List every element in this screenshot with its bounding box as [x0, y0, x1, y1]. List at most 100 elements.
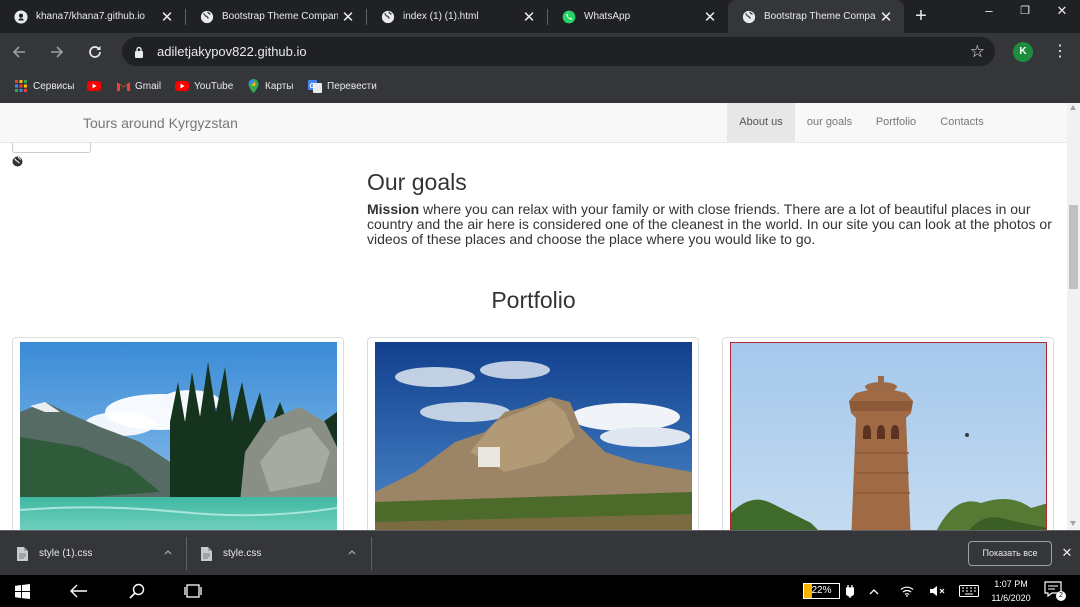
close-download-bar-icon[interactable]: ✕ — [1060, 544, 1074, 562]
mountain-lake-photo[interactable] — [20, 342, 337, 530]
download-separator — [186, 537, 187, 570]
download-bar: style (1).css style.css Показать все ✕ — [0, 530, 1080, 575]
clock-date: 11/6/2020 — [991, 593, 1031, 603]
whatsapp-icon — [562, 10, 576, 24]
keyboard-icon[interactable] — [957, 575, 981, 607]
nav-about-us[interactable]: About us — [727, 103, 795, 142]
show-all-downloads-button[interactable]: Показать все — [968, 541, 1052, 566]
chevron-up-icon[interactable] — [866, 575, 882, 607]
download-filename: style (1).css — [39, 548, 93, 559]
restore-button[interactable]: ❐ — [1007, 0, 1043, 24]
globe-icon — [381, 10, 395, 24]
goals-heading: Our goals — [367, 169, 467, 195]
close-icon[interactable]: ✕ — [700, 7, 720, 27]
goals-body: where you can relax with your family or … — [367, 201, 1052, 247]
download-filename: style.css — [223, 548, 262, 559]
back-button[interactable] — [6, 39, 32, 65]
page-scrollbar[interactable] — [1067, 103, 1080, 530]
file-icon — [16, 546, 28, 561]
portfolio-card[interactable] — [12, 337, 344, 530]
apps-grid-icon — [14, 79, 28, 93]
reload-button[interactable] — [82, 39, 108, 65]
tab-bootstrap-active[interactable]: Bootstrap Theme Company ✕ — [728, 0, 904, 33]
portfolio-card[interactable] — [367, 337, 699, 530]
maps-icon — [246, 79, 260, 93]
nav-contacts[interactable]: Contacts — [931, 103, 993, 142]
windows-start-icon[interactable] — [12, 575, 32, 607]
tab-github[interactable]: khana7/khana7.github.io ✕ — [0, 0, 185, 33]
portfolio-heading: Portfolio — [491, 287, 576, 313]
tab-title: Bootstrap Theme Company — [222, 11, 338, 22]
language-dropdown[interactable] — [12, 143, 91, 153]
battery-indicator[interactable]: 22% — [803, 583, 840, 599]
new-tab-button[interactable]: + — [911, 6, 931, 26]
download-item[interactable]: style.css — [200, 531, 368, 576]
bookmark-gmail[interactable]: Gmail — [116, 78, 161, 94]
notification-count-badge: 2 — [1056, 591, 1066, 601]
scrollbar-thumb[interactable] — [1069, 205, 1078, 289]
tab-title: index (1) (1).html — [403, 11, 479, 22]
youtube-icon — [175, 79, 189, 93]
bookmark-youtube-icon-only[interactable] — [87, 78, 106, 94]
globe-icon — [200, 10, 214, 24]
site-brand[interactable]: Tours around Kyrgyzstan — [83, 115, 238, 131]
scroll-up-icon[interactable] — [1070, 105, 1076, 110]
clock-time: 1:07 PM — [994, 579, 1028, 589]
tab-index-html[interactable]: index (1) (1).html ✕ — [367, 0, 547, 33]
goals-paragraph: Mission where you can relax with your fa… — [367, 202, 1057, 247]
forward-button[interactable] — [44, 39, 70, 65]
bookmark-maps[interactable]: Карты — [246, 78, 294, 94]
reload-icon — [89, 46, 101, 58]
github-icon — [14, 9, 28, 24]
bookmark-translate[interactable]: G Перевести — [308, 78, 377, 94]
window-close-button[interactable]: ✕ — [1044, 0, 1080, 24]
close-icon[interactable]: ✕ — [876, 7, 896, 27]
url-text: adiletjakypov822.github.io — [157, 44, 307, 59]
menu-kebab-icon[interactable]: ⋮ — [1052, 41, 1068, 63]
web-page: Tours around Kyrgyzstan About us our goa… — [0, 103, 1080, 530]
battery-percent: 22% — [811, 585, 832, 596]
bookmark-label: Сервисы — [33, 80, 75, 92]
bookmark-star-icon[interactable]: ☆ — [970, 42, 985, 62]
tab-title: Bootstrap Theme Company — [764, 11, 876, 22]
bookmark-label: Gmail — [135, 80, 162, 92]
close-icon[interactable]: ✕ — [157, 7, 177, 27]
burana-tower-photo[interactable] — [730, 342, 1047, 530]
back-arrow-icon[interactable] — [68, 575, 90, 607]
nav-our-goals[interactable]: our goals — [796, 103, 863, 142]
gmail-icon — [116, 79, 130, 93]
address-bar[interactable]: adiletjakypov822.github.io ☆ — [122, 37, 995, 66]
portfolio-card[interactable] — [722, 337, 1054, 530]
task-view-icon[interactable] — [182, 575, 204, 607]
bookmark-services[interactable]: Сервисы — [14, 78, 74, 94]
close-icon[interactable]: ✕ — [519, 7, 539, 27]
file-icon — [200, 546, 212, 561]
power-plug-icon — [843, 575, 857, 607]
chevron-up-icon[interactable] — [348, 548, 356, 559]
tab-bootstrap-1[interactable]: Bootstrap Theme Company ✕ — [186, 0, 366, 33]
browser-toolbar: adiletjakypov822.github.io ☆ — [0, 33, 1080, 70]
close-icon[interactable]: ✕ — [338, 7, 358, 27]
bookmark-label: Карты — [265, 80, 294, 92]
wifi-icon[interactable] — [898, 575, 916, 607]
scroll-down-icon[interactable] — [1070, 521, 1076, 526]
bookmark-youtube[interactable]: YouTube — [175, 78, 233, 94]
arrow-right-icon — [51, 46, 64, 58]
search-icon[interactable] — [126, 575, 148, 607]
minimize-button[interactable]: – — [971, 0, 1007, 24]
rocky-mountain-photo[interactable] — [375, 342, 692, 530]
tab-whatsapp[interactable]: WhatsApp ✕ — [548, 0, 728, 33]
tab-title: WhatsApp — [584, 11, 631, 22]
nav-portfolio[interactable]: Portfolio — [866, 103, 926, 142]
goals-bold-lead: Mission — [367, 201, 420, 217]
volume-muted-icon[interactable] — [928, 575, 946, 607]
tab-title: khana7/khana7.github.io — [36, 11, 145, 22]
svg-text:G: G — [310, 83, 316, 90]
download-separator — [371, 537, 372, 570]
clock[interactable]: 1:07 PM 11/6/2020 — [988, 577, 1034, 605]
download-item[interactable]: style (1).css — [16, 531, 184, 576]
chevron-up-icon[interactable] — [164, 548, 172, 559]
globe-icon — [12, 154, 23, 172]
profile-avatar[interactable]: K — [1013, 42, 1033, 62]
site-navbar: Tours around Kyrgyzstan About us our goa… — [0, 103, 1067, 143]
